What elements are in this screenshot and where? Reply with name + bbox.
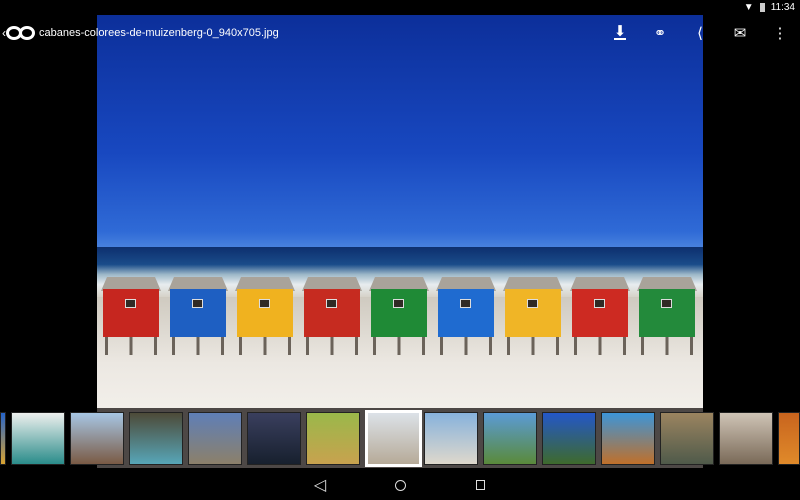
wifi-icon: ▼ (743, 2, 754, 13)
thumbnail[interactable] (719, 412, 773, 465)
thumbnail[interactable] (11, 412, 65, 465)
main-photo[interactable] (97, 15, 703, 408)
thumbnail[interactable] (483, 412, 537, 465)
email-icon[interactable]: ✉ (725, 15, 755, 51)
home-nav-icon[interactable] (391, 476, 409, 494)
thumbnail[interactable] (601, 412, 655, 465)
thumbnail[interactable] (542, 412, 596, 465)
thumbnail[interactable] (129, 412, 183, 465)
beach-hut (101, 277, 161, 357)
thumbnail[interactable] (424, 412, 478, 465)
download-icon[interactable]: ⬇ (605, 15, 635, 51)
beach-hut (235, 277, 295, 357)
beach-hut (436, 277, 496, 357)
recents-nav-icon[interactable] (471, 476, 489, 494)
thumbnail[interactable] (247, 412, 301, 465)
navigation-bar: ◁ (0, 470, 800, 500)
toolbar: ‹ cabanes-colorees-de-muizenberg-0_940x7… (0, 15, 600, 51)
battery-icon (759, 3, 765, 12)
beach-hut (168, 277, 228, 357)
thumbnail[interactable] (0, 412, 6, 465)
thumbnail[interactable] (188, 412, 242, 465)
beach-hut (637, 277, 697, 357)
thumbnail-selected[interactable] (365, 410, 422, 467)
thumbnail[interactable] (778, 412, 800, 465)
file-title: cabanes-colorees-de-muizenberg-0_940x705… (39, 27, 279, 39)
beach-hut (503, 277, 563, 357)
share-icon[interactable]: ⟨ (685, 15, 715, 51)
beach-hut (302, 277, 362, 357)
beach-hut (570, 277, 630, 357)
status-bar: ▼ 11:34 (0, 0, 800, 15)
app-logo-icon[interactable] (6, 26, 35, 40)
link-icon[interactable]: ⚭ (645, 15, 675, 51)
thumbnail[interactable] (70, 412, 124, 465)
thumbnail[interactable] (660, 412, 714, 465)
more-options-icon[interactable]: ⋮ (765, 15, 795, 51)
clock: 11:34 (770, 2, 795, 13)
back-nav-icon[interactable]: ◁ (311, 476, 329, 494)
beach-hut (369, 277, 429, 357)
thumbnail[interactable] (306, 412, 360, 465)
